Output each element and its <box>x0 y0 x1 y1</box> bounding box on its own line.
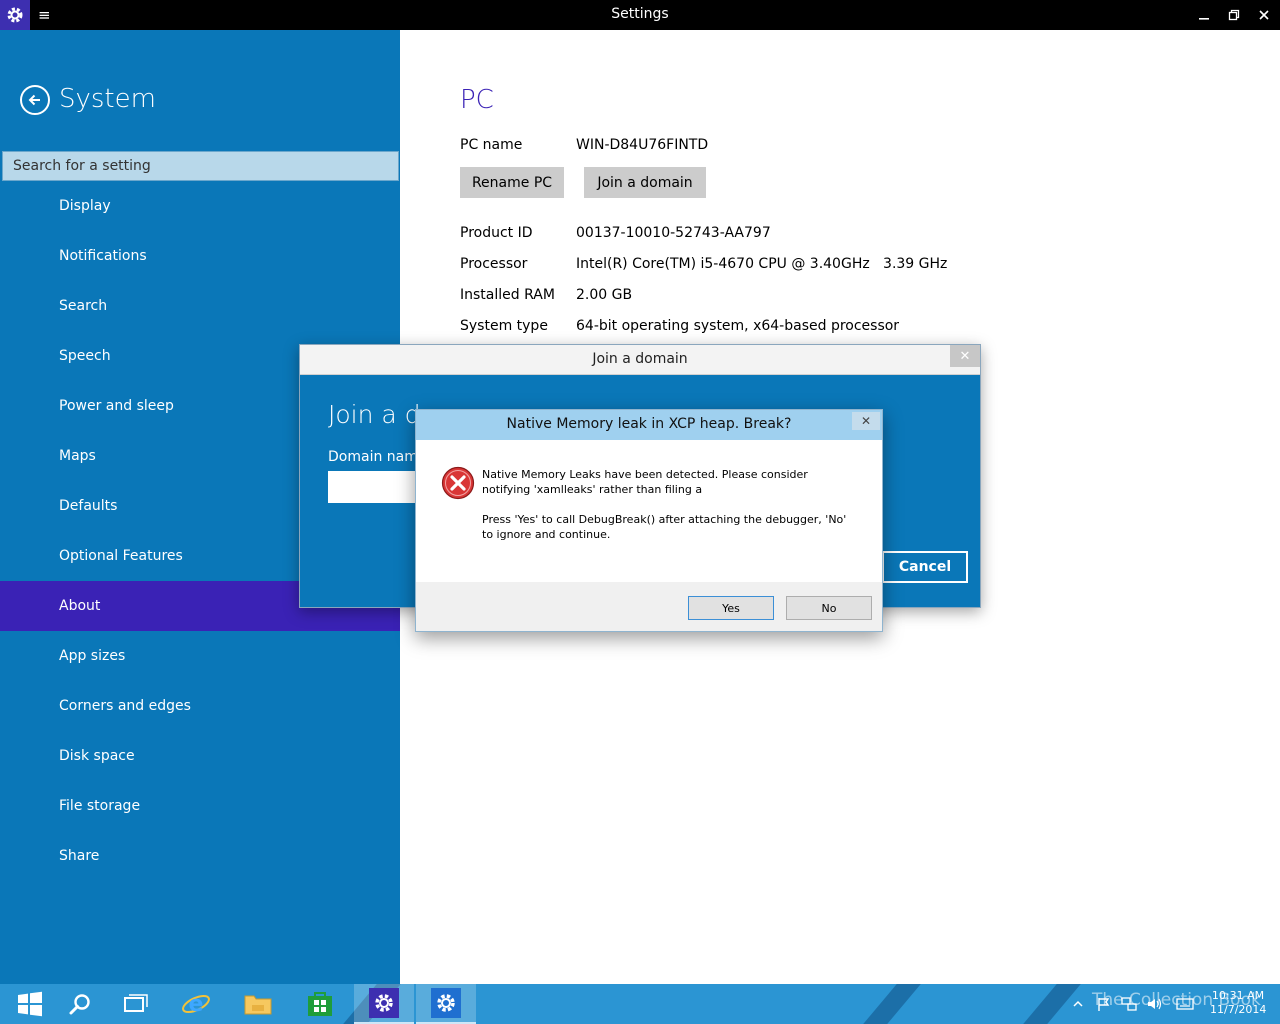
task-view-icon <box>124 994 148 1012</box>
network-tray[interactable] <box>1120 984 1138 1024</box>
sidebar-item-share[interactable]: Share <box>0 831 400 881</box>
search-input[interactable] <box>2 151 399 181</box>
input-indicator-tray[interactable] <box>1176 984 1194 1024</box>
chevron-up-icon <box>1073 1000 1083 1007</box>
store-button[interactable] <box>290 984 350 1024</box>
title-bar: ≡ Settings <box>0 0 1280 30</box>
memory-leak-message-box: Native Memory leak in XCP heap. Break? ✕… <box>415 409 883 632</box>
sidebar-item-display[interactable]: Display <box>0 181 400 231</box>
keyboard-icon <box>1176 998 1194 1010</box>
message-box-titlebar: Native Memory leak in XCP heap. Break? ✕ <box>416 410 882 440</box>
product-id-label: Product ID <box>460 225 533 241</box>
restore-button[interactable] <box>1218 0 1250 30</box>
message-line-2: Press 'Yes' to call DebugBreak() after a… <box>482 513 847 541</box>
settings-app-icon[interactable] <box>0 0 30 30</box>
action-center-tray[interactable] <box>1096 984 1112 1024</box>
settings-taskbar-button-2[interactable] <box>416 984 476 1024</box>
message-box-title: Native Memory leak in XCP heap. Break? <box>506 416 792 432</box>
sidebar-item-file-storage[interactable]: File storage <box>0 781 400 831</box>
page-title: System <box>59 84 156 114</box>
show-hidden-icons[interactable] <box>1072 984 1084 1024</box>
network-icon <box>1121 997 1137 1011</box>
domain-name-label: Domain name <box>328 449 427 465</box>
speaker-icon <box>1148 998 1162 1010</box>
search-icon <box>69 994 90 1015</box>
taskbar-decoration <box>854 984 930 1024</box>
svg-text:e: e <box>189 992 204 1017</box>
sidebar-item-search[interactable]: Search <box>0 281 400 331</box>
product-id-value: 00137-10010-52743-AA797 <box>576 225 771 241</box>
taskbar: e The Collection Book 10:31 AM 11/7/2014 <box>0 984 1280 1024</box>
pc-name-value: WIN-D84U76FINTD <box>576 137 709 153</box>
internet-explorer-icon: e <box>182 992 210 1017</box>
sidebar-item-corners-and-edges[interactable]: Corners and edges <box>0 681 400 731</box>
internet-explorer-button[interactable]: e <box>166 984 226 1024</box>
clock-date: 11/7/2014 <box>1210 1003 1267 1016</box>
taskbar-clock[interactable]: 10:31 AM 11/7/2014 <box>1210 989 1266 1017</box>
minimize-button[interactable] <box>1188 0 1220 30</box>
back-arrow-icon[interactable] <box>20 85 50 115</box>
yes-button[interactable]: Yes <box>688 596 774 620</box>
window-title: Settings <box>611 6 669 22</box>
store-icon <box>308 992 332 1016</box>
clock-time: 10:31 AM <box>1211 989 1265 1002</box>
search-button[interactable] <box>50 984 110 1024</box>
processor-label: Processor <box>460 256 528 272</box>
join-dialog-titlebar: Join a domain ✕ <box>300 345 980 375</box>
sidebar-item-app-sizes[interactable]: App sizes <box>0 631 400 681</box>
close-button[interactable] <box>1248 0 1280 30</box>
gear-icon <box>369 988 399 1018</box>
rename-pc-button[interactable]: Rename PC <box>460 167 564 198</box>
message-box-footer: Yes No <box>416 582 882 631</box>
join-dialog-heading: Join a d <box>328 400 421 429</box>
sidebar-item-notifications[interactable]: Notifications <box>0 231 400 281</box>
close-icon[interactable]: ✕ <box>950 345 980 367</box>
section-heading: PC <box>460 85 494 115</box>
installed-ram-value: 2.00 GB <box>576 287 633 303</box>
system-type-label: System type <box>460 318 548 334</box>
system-type-value: 64-bit operating system, x64-based proce… <box>576 318 900 334</box>
installed-ram-label: Installed RAM <box>460 287 555 303</box>
volume-tray[interactable] <box>1146 984 1164 1024</box>
folder-icon <box>244 995 272 1015</box>
windows-logo-icon <box>18 991 42 1017</box>
processor-value: Intel(R) Core(TM) i5-4670 CPU @ 3.40GHz … <box>576 256 948 272</box>
sidebar-item-disk-space[interactable]: Disk space <box>0 731 400 781</box>
file-explorer-button[interactable] <box>228 984 288 1024</box>
pc-name-label: PC name <box>460 137 523 153</box>
no-button[interactable]: No <box>786 596 872 620</box>
gear-icon <box>431 988 461 1018</box>
join-domain-button[interactable]: Join a domain <box>584 167 706 198</box>
flag-icon <box>1098 998 1110 1011</box>
error-icon <box>441 466 475 500</box>
task-view-button[interactable] <box>106 984 166 1024</box>
message-line-1: Native Memory Leaks have been detected. … <box>482 468 808 496</box>
settings-taskbar-button-1[interactable] <box>354 984 414 1024</box>
join-dialog-title: Join a domain <box>592 351 688 367</box>
close-icon[interactable]: ✕ <box>852 412 880 430</box>
hamburger-menu-icon[interactable]: ≡ <box>38 5 52 25</box>
cancel-button[interactable]: Cancel <box>882 551 968 583</box>
